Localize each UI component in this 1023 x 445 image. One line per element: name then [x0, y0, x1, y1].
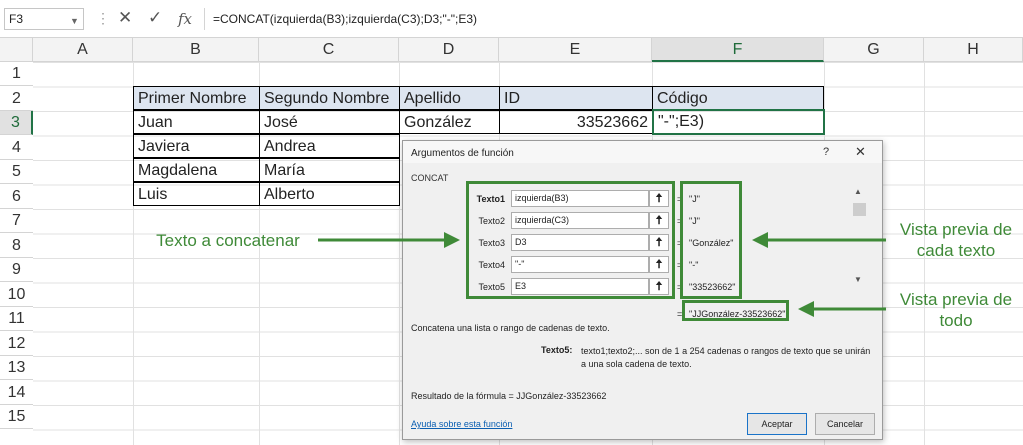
row-header[interactable]: 8	[0, 234, 33, 258]
table-cell[interactable]: Javiera	[133, 134, 260, 158]
column-header[interactable]: C	[259, 38, 399, 62]
function-name: CONCAT	[411, 173, 449, 183]
table-cell[interactable]: María	[259, 158, 400, 182]
row-header[interactable]: 3	[0, 111, 33, 135]
formula-result: Resultado de la fórmula = JJGonzález-335…	[411, 391, 607, 401]
row-header[interactable]: 15	[0, 405, 33, 429]
column-header[interactable]: A	[33, 38, 133, 62]
arg-desc-label: Texto5:	[541, 345, 573, 355]
insert-function-icon[interactable]: fx	[178, 10, 192, 28]
row-header[interactable]: 14	[0, 381, 33, 405]
annotation-text: Vista previa de todo	[899, 290, 1013, 330]
column-header[interactable]: F	[652, 38, 824, 62]
annotation-text: Texto a concatenar	[156, 231, 300, 250]
annotation-text: Vista previa de cada texto	[899, 220, 1013, 260]
table-cell[interactable]: 33523662	[499, 110, 653, 134]
row-header[interactable]: 2	[0, 87, 33, 111]
table-cell[interactable]: González	[399, 110, 500, 134]
row-header[interactable]: 11	[0, 307, 33, 331]
column-headers: A B C D E F G H	[0, 38, 1023, 62]
ok-button[interactable]: Aceptar	[747, 413, 807, 435]
table-cell[interactable]: Luis	[133, 182, 260, 206]
args-highlight-box	[466, 181, 675, 299]
table-cell[interactable]: Magdalena	[133, 158, 260, 182]
select-all-corner[interactable]	[0, 38, 33, 62]
table-header-cell[interactable]: ID	[499, 86, 653, 110]
row-header[interactable]: 6	[0, 185, 33, 209]
cancel-button[interactable]: Cancelar	[815, 413, 875, 435]
row-header[interactable]: 9	[0, 258, 33, 282]
column-header[interactable]: E	[499, 38, 652, 62]
row-header[interactable]: 5	[0, 160, 33, 184]
table-cell[interactable]: Andrea	[259, 134, 400, 158]
table-cell[interactable]: Juan	[133, 110, 260, 134]
table-header-cell[interactable]: Segundo Nombre	[259, 86, 400, 110]
column-header[interactable]: H	[924, 38, 1023, 62]
scroll-thumb[interactable]	[853, 203, 866, 216]
table-header-cell[interactable]: Código	[652, 86, 824, 110]
enter-icon[interactable]: ✓	[148, 8, 162, 28]
table-header-cell[interactable]: Apellido	[399, 86, 500, 110]
table-cell[interactable]: Alberto	[259, 182, 400, 206]
chevron-down-icon[interactable]: ▼	[70, 16, 79, 26]
table-header-cell[interactable]: Primer Nombre	[133, 86, 260, 110]
args-scrollbar[interactable]: ▲ ▼	[851, 187, 867, 287]
function-description: Concatena una lista o rango de cadenas d…	[411, 323, 610, 333]
row-header[interactable]: 12	[0, 332, 33, 356]
table-cell[interactable]: José	[259, 110, 400, 134]
dialog-title: Argumentos de función	[411, 148, 514, 159]
result-highlight-box	[682, 300, 789, 321]
formula-input[interactable]: =CONCAT(izquierda(B3);izquierda(C3);D3;"…	[204, 8, 1023, 30]
cancel-icon[interactable]: ✕	[118, 8, 132, 28]
close-icon[interactable]: ✕	[855, 144, 866, 160]
column-header[interactable]: D	[399, 38, 499, 62]
grip-icon: ⋮	[96, 10, 110, 26]
column-header[interactable]: B	[133, 38, 259, 62]
row-header[interactable]: 13	[0, 356, 33, 380]
active-cell-border	[652, 109, 825, 135]
column-header[interactable]: G	[824, 38, 924, 62]
help-link[interactable]: Ayuda sobre esta función	[411, 419, 512, 429]
previews-highlight-box	[680, 181, 742, 299]
chevron-down-icon[interactable]: ▼	[854, 275, 862, 284]
row-header[interactable]: 10	[0, 283, 33, 307]
row-header[interactable]: 7	[0, 209, 33, 233]
formula-bar: F3 ▼ ⋮ ✕ ✓ fx =CONCAT(izquierda(B3);izqu…	[0, 0, 1023, 38]
arg-description: texto1;texto2;... son de 1 a 254 cadenas…	[581, 346, 871, 369]
help-icon[interactable]: ?	[823, 146, 829, 158]
row-header[interactable]: 4	[0, 136, 33, 160]
row-header[interactable]: 1	[0, 62, 33, 86]
chevron-up-icon[interactable]: ▲	[854, 187, 862, 196]
